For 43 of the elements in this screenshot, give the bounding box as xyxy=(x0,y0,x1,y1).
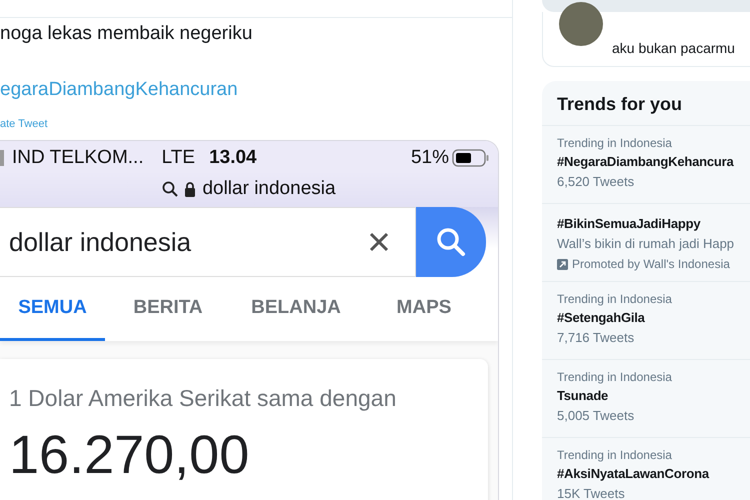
trend-item[interactable]: Trending in Indonesia Tsunade 5,005 Tweets xyxy=(542,360,750,438)
trends-title: Trends for you xyxy=(542,81,750,126)
trend-context: Trending in Indonesia xyxy=(557,369,673,385)
trend-item[interactable]: Trending in Indonesia #SetengahGila 7,716 Tweets xyxy=(542,282,750,360)
tweet-text: noga lekas membaik negeriku xyxy=(0,22,254,46)
search-button[interactable] xyxy=(416,207,486,277)
search-field[interactable]: dollar indonesia xyxy=(0,207,416,277)
trend-context: Trending in Indonesia xyxy=(557,447,673,463)
tweet-count: 5,005 Tweets xyxy=(557,407,636,425)
trend-name: #SetengahGila xyxy=(557,309,646,327)
avatar-placeholder xyxy=(559,2,603,46)
lock-icon xyxy=(184,181,196,197)
search-icon xyxy=(435,226,467,258)
profile-bio: aku bukan pacarmu xyxy=(612,40,735,56)
clear-icon[interactable] xyxy=(369,232,389,252)
trend-name: #AksiNyataLawanCorona xyxy=(557,465,710,483)
conversion-amount: 16.270,00 xyxy=(9,424,250,486)
conversion-caption: 1 Dolar Amerika Serikat sama dengan xyxy=(9,385,398,412)
search-tab[interactable]: MAPS xyxy=(361,277,487,341)
trend-context: Trending in Indonesia xyxy=(557,291,673,307)
search-icon xyxy=(162,181,178,197)
signal-icon xyxy=(0,150,4,166)
search-tab[interactable]: BERITA xyxy=(105,277,231,341)
trend-name: Tsunade xyxy=(557,387,610,405)
address-text: dollar indonesia xyxy=(202,178,336,200)
promoted-label: Promoted by Wall's Indonesia xyxy=(572,257,730,271)
tweet-count: 7,716 Tweets xyxy=(557,329,636,347)
trend-item[interactable]: #BikinSemuaJadiHappy Wall’s bikin di rumah jadi Happ Promoted by Wall's Indonesia xyxy=(542,204,750,282)
tweet-count: 15K Tweets xyxy=(557,485,626,500)
battery-label: 51% xyxy=(410,147,449,169)
carrier-label: IND TELKOM... xyxy=(12,147,144,169)
trend-item[interactable]: Trending in Indonesia #NegaraDiambangKehancura 6,520 Tweets xyxy=(542,126,750,204)
trend-context: Trending in Indonesia xyxy=(557,135,673,151)
trend-name: #BikinSemuaJadiHappy xyxy=(557,215,702,233)
time-label: 13.04 xyxy=(209,147,257,169)
trend-description: Wall’s bikin di rumah jadi Happ xyxy=(557,235,736,253)
network-label: LTE xyxy=(162,147,196,169)
trend-name: #NegaraDiambangKehancura xyxy=(557,153,735,171)
battery-icon xyxy=(452,149,490,167)
promoted-icon xyxy=(557,258,568,270)
tweet-count: 6,520 Tweets xyxy=(557,173,636,191)
search-tab[interactable]: BELANJA xyxy=(231,277,361,341)
trend-item[interactable]: Trending in Indonesia #AksiNyataLawanCorona 15K Tweets xyxy=(542,438,750,500)
